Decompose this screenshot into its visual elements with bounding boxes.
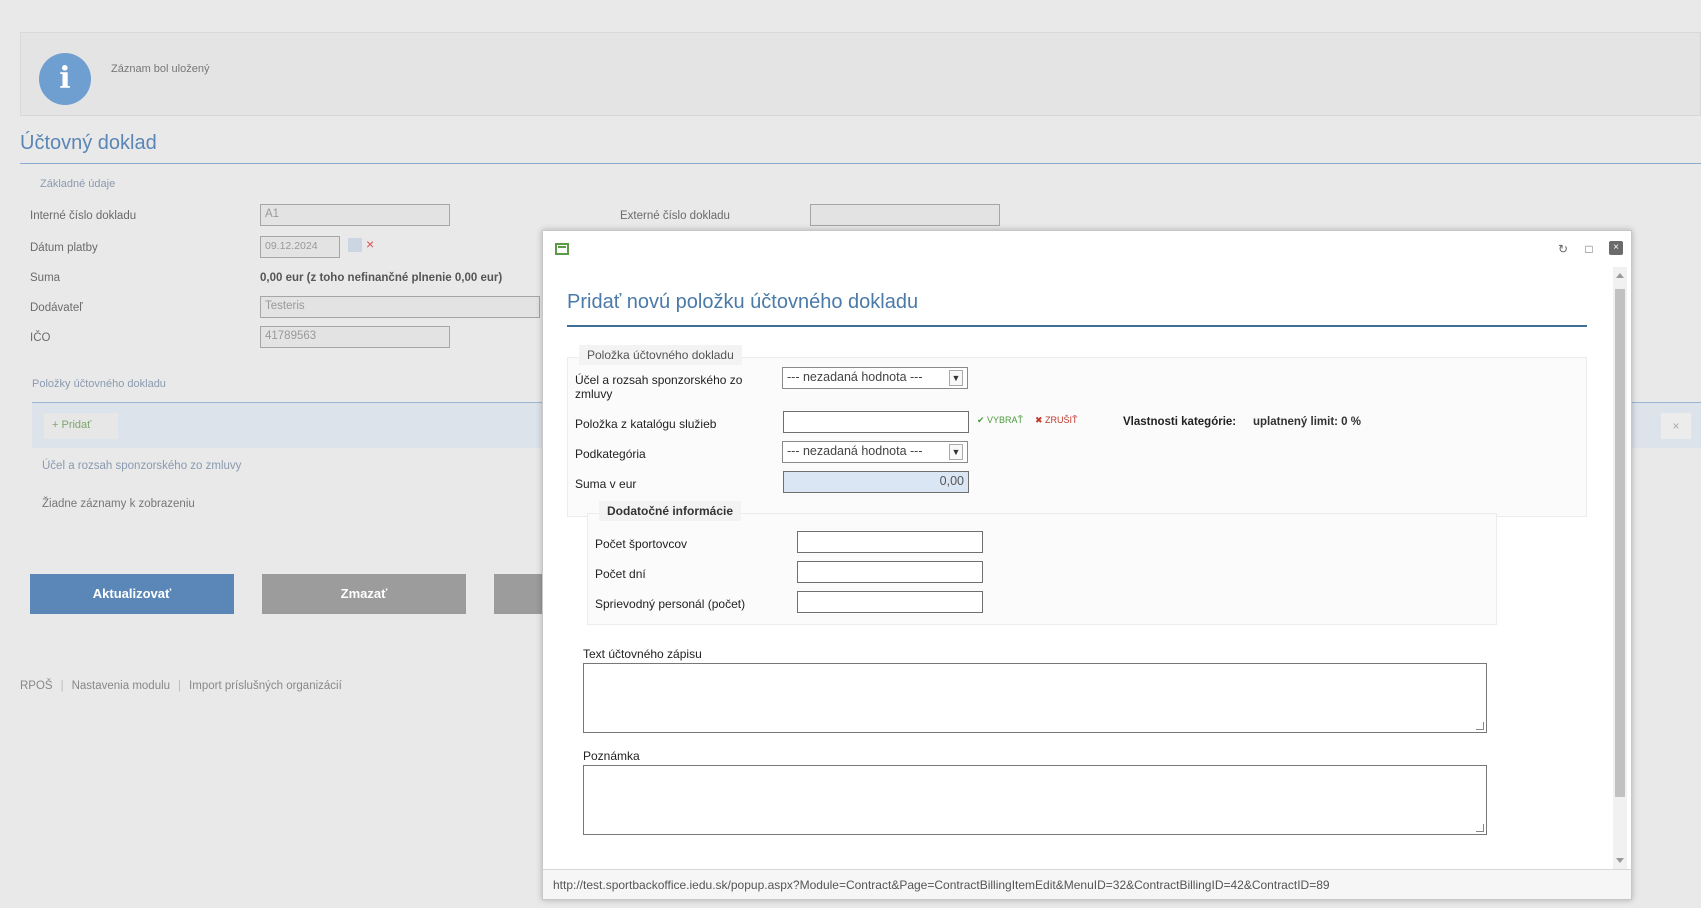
sum-label: Suma — [30, 272, 61, 284]
accounting-text-area[interactable] — [583, 663, 1487, 733]
accounting-text-label: Text účtovného zápisu — [583, 647, 702, 661]
external-number-field[interactable] — [810, 204, 1000, 226]
note-label: Poznámka — [583, 749, 640, 763]
athletes-input[interactable] — [797, 531, 983, 553]
footer-links: RPOŠ | Nastavenia modulu | Import príslušnýc… — [20, 680, 342, 692]
ico-label: IČO — [30, 332, 51, 344]
resize-grip-icon[interactable] — [1476, 722, 1484, 730]
maximize-icon[interactable]: □ — [1581, 241, 1597, 257]
status-bar-url: http://test.sportbackoffice.iedu.sk/popu… — [543, 869, 1631, 899]
staff-label: Sprievodný personál (počet) — [595, 597, 746, 611]
choose-link[interactable]: ✔ VYBRAŤ — [977, 415, 1023, 426]
limit-text: uplatnený limit: 0 % — [1253, 416, 1361, 428]
modal-content: Pridať novú položku účtovného dokladu Po… — [543, 265, 1615, 869]
info-message: Záznam bol uložený — [111, 63, 210, 75]
info-banner: i Záznam bol uložený — [20, 32, 1701, 116]
ico-field[interactable]: 41789563 — [260, 326, 450, 348]
additional-fieldset-legend: Dodatočné informácie — [599, 501, 742, 521]
close-icon[interactable]: × — [1609, 241, 1623, 255]
supplier-label: Dodávateľ — [30, 302, 83, 314]
athletes-label: Počet športovcov — [595, 537, 688, 551]
days-label: Počet dní — [595, 567, 646, 581]
add-item-button[interactable]: + Pridať — [44, 413, 118, 439]
window-app-icon — [555, 243, 569, 255]
dialog-title: Pridať novú položku účtovného dokladu — [567, 291, 919, 313]
info-icon: i — [39, 53, 91, 105]
footer-link-import[interactable]: Import príslušných organizácií — [189, 680, 342, 692]
category-props-label: Vlastnosti kategórie: — [1123, 416, 1237, 428]
calendar-icon[interactable] — [348, 238, 362, 252]
payment-date-label: Dátum platby — [30, 242, 98, 254]
modal-titlebar: ↻ □ × — [543, 231, 1631, 265]
days-input[interactable] — [797, 561, 983, 583]
grid-close-icon[interactable]: × — [1661, 413, 1691, 439]
footer-separator: | — [60, 680, 64, 692]
amount-label: Suma v eur — [575, 477, 637, 491]
footer-link-rpos[interactable]: RPOŠ — [20, 680, 53, 692]
grid-column-header: Účel a rozsah sponzorského zo zmluvy — [42, 460, 242, 472]
page-title: Účtovný doklad — [20, 132, 1701, 164]
external-number-label: Externé číslo dokladu — [620, 210, 730, 222]
item-fieldset-legend: Položka účtovného dokladu — [579, 345, 742, 365]
subcategory-label: Podkategória — [575, 447, 646, 461]
amount-input[interactable]: 0,00 — [783, 471, 969, 493]
subcategory-select-value: --- nezadaná hodnota --- — [787, 444, 923, 458]
catalog-label: Položka z katalógu služieb — [575, 417, 717, 431]
update-button[interactable]: Aktualizovať — [30, 574, 234, 614]
supplier-field[interactable]: Testeris — [260, 296, 540, 318]
note-area[interactable] — [583, 765, 1487, 835]
footer-separator: | — [178, 680, 182, 692]
purpose-select[interactable]: --- nezadaná hodnota --- ▼ — [782, 367, 968, 389]
purpose-label: Účel a rozsah sponzorského zo zmluvy — [575, 373, 743, 401]
catalog-input[interactable] — [783, 411, 969, 433]
internal-number-field[interactable]: A1 — [260, 204, 450, 226]
chevron-down-icon: ▼ — [949, 444, 963, 460]
resize-grip-icon[interactable] — [1476, 824, 1484, 832]
modal-scrollbar[interactable] — [1613, 267, 1627, 869]
items-section-title: Položky účtovného dokladu — [32, 378, 166, 390]
chevron-down-icon: ▼ — [949, 370, 963, 386]
extra-button[interactable] — [494, 574, 542, 614]
subcategory-select[interactable]: --- nezadaná hodnota --- ▼ — [782, 441, 968, 463]
basic-info-legend: Základné údaje — [40, 178, 116, 190]
staff-input[interactable] — [797, 591, 983, 613]
reload-icon[interactable]: ↻ — [1555, 241, 1571, 257]
cancel-link[interactable]: ✖ ZRUŠIŤ — [1035, 415, 1078, 426]
add-item-modal: ↻ □ × Pridať novú položku účtovného dokl… — [542, 230, 1632, 900]
title-underline — [567, 325, 1587, 327]
delete-button[interactable]: Zmazať — [262, 574, 466, 614]
footer-link-settings[interactable]: Nastavenia modulu — [72, 680, 170, 692]
scroll-thumb[interactable] — [1615, 289, 1625, 797]
sum-value: 0,00 eur (z toho nefinančné plnenie 0,00… — [260, 272, 503, 284]
clear-date-icon[interactable]: × — [366, 236, 374, 252]
grid-empty-text: Žiadne záznamy k zobrazeniu — [42, 498, 195, 510]
payment-date-field[interactable]: 09.12.2024 — [260, 236, 340, 258]
scroll-down-icon[interactable] — [1616, 858, 1624, 863]
purpose-select-value: --- nezadaná hodnota --- — [787, 370, 923, 384]
internal-number-label: Interné číslo dokladu — [30, 210, 137, 222]
scroll-up-icon[interactable] — [1616, 273, 1624, 278]
